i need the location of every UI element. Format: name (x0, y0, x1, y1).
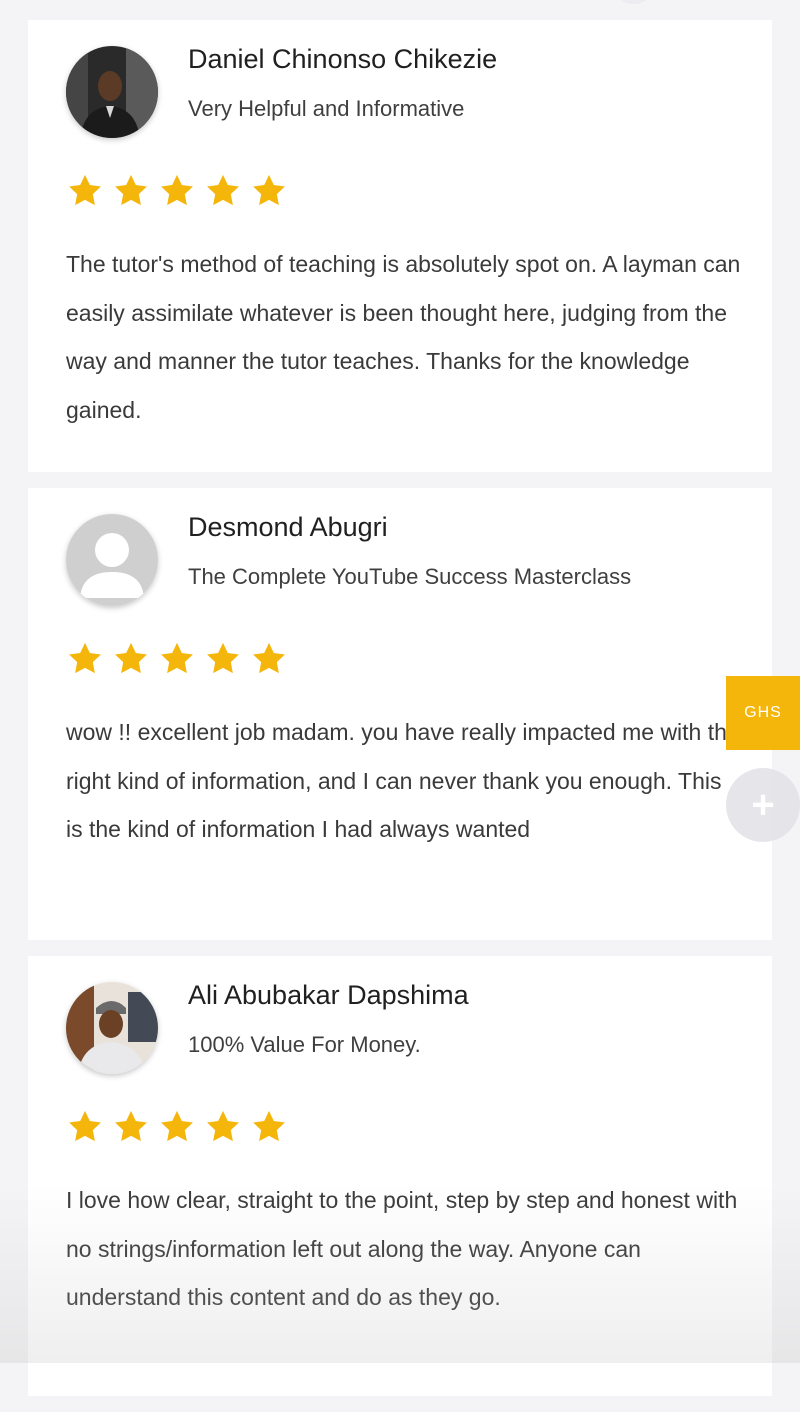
review-title: 100% Value For Money. (188, 1032, 421, 1057)
plus-icon: + (751, 782, 775, 827)
reviewer-name: Desmond Abugri (188, 512, 388, 542)
review-text: I love how clear, straight to the point,… (66, 1187, 738, 1310)
star-icon (115, 174, 147, 206)
star-icon (207, 642, 239, 674)
add-button[interactable]: + (726, 768, 800, 842)
star-icon (69, 642, 101, 674)
review-title: The Complete YouTube Success Masterclass (188, 564, 632, 589)
review-card: Desmond Abugri The Complete YouTube Succ… (28, 488, 772, 940)
star-icon (69, 1110, 101, 1142)
star-icon (207, 1110, 239, 1142)
star-icon (115, 642, 147, 674)
star-icon (161, 642, 193, 674)
star-icon (115, 1110, 147, 1142)
star-rating (66, 172, 288, 210)
reviewer-name: Daniel Chinonso Chikezie (188, 44, 498, 74)
star-icon (161, 174, 193, 206)
star-icon (253, 1110, 285, 1142)
reviewer-avatar (66, 46, 158, 138)
star-icon (253, 642, 285, 674)
reviews-list: Daniel Chinonso Chikezie Very Helpful an… (28, 20, 772, 1412)
review-title: Very Helpful and Informative (188, 96, 465, 121)
top-floating-button-edge[interactable] (612, 0, 656, 4)
review-text: wow !! excellent job madam. you have rea… (66, 719, 740, 842)
star-rating (66, 1108, 288, 1146)
review-card: Daniel Chinonso Chikezie Very Helpful an… (28, 20, 772, 472)
reviewer-avatar (66, 982, 158, 1074)
star-rating (66, 640, 288, 678)
currency-switcher-tab[interactable]: GHS (726, 676, 800, 750)
star-icon (69, 174, 101, 206)
reviewer-name: Ali Abubakar Dapshima (188, 980, 469, 1010)
star-icon (161, 1110, 193, 1142)
review-card: Ali Abubakar Dapshima 100% Value For Mon… (28, 956, 772, 1396)
star-icon (207, 174, 239, 206)
reviewer-avatar (66, 514, 158, 606)
star-icon (253, 174, 285, 206)
review-text: The tutor's method of teaching is absolu… (66, 251, 741, 423)
